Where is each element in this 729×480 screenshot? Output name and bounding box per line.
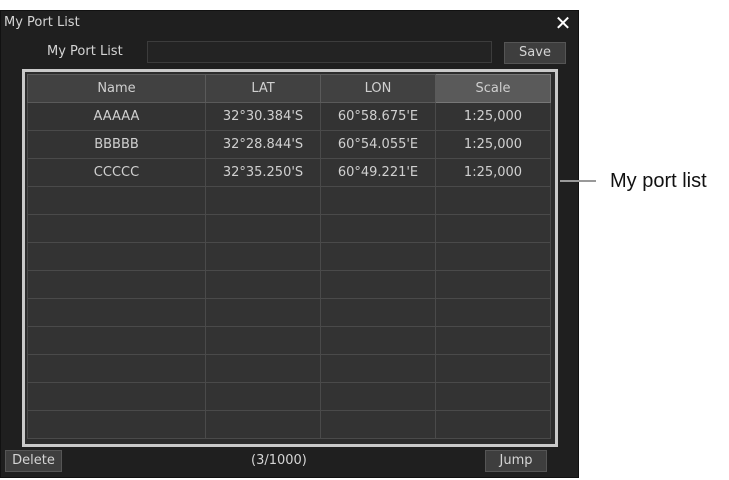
cell-scale: 1:25,000 (435, 130, 551, 159)
table-row[interactable] (27, 382, 551, 411)
table-row[interactable]: CCCCC 32°35.250'S 60°49.221'E 1:25,000 (27, 158, 551, 187)
cell-scale (435, 326, 551, 355)
cell-scale (435, 410, 551, 439)
cell-scale (435, 354, 551, 383)
cell-lon (320, 326, 436, 355)
cell-name (27, 298, 206, 327)
table-row[interactable] (27, 298, 551, 327)
table-row[interactable] (27, 242, 551, 271)
cell-lon (320, 298, 436, 327)
cell-scale (435, 382, 551, 411)
cell-lat (205, 382, 321, 411)
cell-lon: 60°54.055'E (320, 130, 436, 159)
cell-lon (320, 186, 436, 215)
cell-lat (205, 242, 321, 271)
cell-lat (205, 410, 321, 439)
column-header-name[interactable]: Name (27, 74, 206, 103)
cell-name (27, 382, 206, 411)
table-row[interactable]: BBBBB 32°28.844'S 60°54.055'E 1:25,000 (27, 130, 551, 159)
cell-lat (205, 298, 321, 327)
cell-scale (435, 186, 551, 215)
port-list-name-input[interactable] (147, 41, 492, 63)
cell-scale (435, 270, 551, 299)
table-row[interactable] (27, 410, 551, 439)
cell-name (27, 410, 206, 439)
cell-scale (435, 242, 551, 271)
callout-leader-line (560, 180, 596, 182)
cell-name: CCCCC (27, 158, 206, 187)
cell-name (27, 326, 206, 355)
cell-lat: 32°30.384'S (205, 102, 321, 131)
table-row[interactable] (27, 326, 551, 355)
cell-name (27, 214, 206, 243)
jump-button[interactable]: Jump (485, 450, 547, 472)
column-header-lat[interactable]: LAT (205, 74, 321, 103)
table-row[interactable] (27, 214, 551, 243)
cell-scale (435, 214, 551, 243)
cell-lat (205, 186, 321, 215)
port-list-table: Name LAT LON Scale AAAAA 32°30.384'S 60°58… (27, 74, 551, 439)
cell-lat (205, 326, 321, 355)
table-row[interactable] (27, 186, 551, 215)
cell-name (27, 270, 206, 299)
cell-lon (320, 214, 436, 243)
cell-lon (320, 410, 436, 439)
cell-lon (320, 242, 436, 271)
delete-button[interactable]: Delete (5, 450, 62, 472)
my-port-list-dialog: My Port List ✕ My Port List Save Name LA… (0, 10, 579, 478)
cell-lat: 32°28.844'S (205, 130, 321, 159)
table-header-row: Name LAT LON Scale (27, 74, 551, 103)
cell-name: AAAAA (27, 102, 206, 131)
cell-name: BBBBB (27, 130, 206, 159)
title-bar: My Port List ✕ (1, 11, 578, 35)
port-list-table-frame: Name LAT LON Scale AAAAA 32°30.384'S 60°58… (22, 69, 558, 447)
cell-lon (320, 270, 436, 299)
port-count: (3/1000) (251, 453, 307, 468)
save-button[interactable]: Save (504, 42, 566, 64)
table-row[interactable]: AAAAA 32°30.384'S 60°58.675'E 1:25,000 (27, 102, 551, 131)
cell-lat (205, 270, 321, 299)
cell-scale: 1:25,000 (435, 158, 551, 187)
column-header-lon[interactable]: LON (320, 74, 436, 103)
table-row[interactable] (27, 354, 551, 383)
cell-name (27, 186, 206, 215)
callout-label: My port list (610, 170, 707, 192)
cell-lat (205, 354, 321, 383)
cell-lat (205, 214, 321, 243)
cell-lat: 32°35.250'S (205, 158, 321, 187)
port-list-name-label: My Port List (47, 44, 123, 59)
cell-name (27, 242, 206, 271)
cell-scale (435, 298, 551, 327)
cell-lon (320, 382, 436, 411)
window-title: My Port List (4, 15, 80, 30)
cell-lon (320, 354, 436, 383)
table-row[interactable] (27, 270, 551, 299)
cell-scale: 1:25,000 (435, 102, 551, 131)
close-icon[interactable]: ✕ (553, 12, 573, 34)
cell-lon: 60°58.675'E (320, 102, 436, 131)
cell-lon: 60°49.221'E (320, 158, 436, 187)
column-header-scale[interactable]: Scale (435, 74, 551, 103)
cell-name (27, 354, 206, 383)
